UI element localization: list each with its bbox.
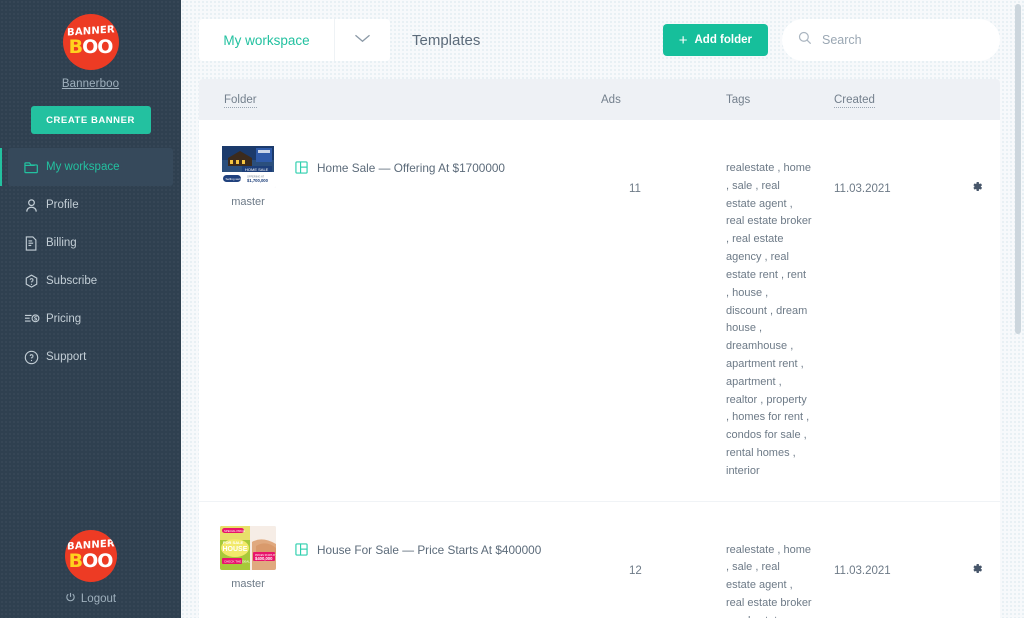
logout-button[interactable]: Logout xyxy=(65,592,116,606)
logo-letter-oo: OO xyxy=(82,550,113,572)
main-content: My workspace Templates + Add folder Sear… xyxy=(181,0,1024,618)
sidebar-item-pricing[interactable]: Pricing xyxy=(8,300,173,338)
vertical-scrollbar[interactable] xyxy=(1015,4,1021,614)
folder-cell: HOME SALE Selling well At OFFERING AT $1… xyxy=(199,144,597,208)
template-title[interactable]: Home Sale — Offering At $1700000 xyxy=(317,160,505,176)
sidebar-item-label: Support xyxy=(46,351,87,363)
invoice-icon xyxy=(24,235,46,251)
tags-list: realestate , home , sale , real estate a… xyxy=(726,543,812,618)
column-header-created-label: Created xyxy=(834,93,875,108)
ads-count: 12 xyxy=(629,564,642,577)
folder-icon xyxy=(24,160,46,174)
created-date: 11.03.2021 xyxy=(834,183,891,195)
search-box[interactable] xyxy=(782,19,1000,61)
sidebar-nav: My workspace Profile Billing Subscribe P… xyxy=(0,148,181,376)
sidebar-item-profile[interactable]: Profile xyxy=(8,186,173,224)
user-icon xyxy=(24,198,46,213)
question-circle-icon xyxy=(24,350,46,365)
svg-text:Selling well At: Selling well At xyxy=(226,177,245,181)
power-icon xyxy=(65,592,76,606)
page-title: Templates xyxy=(412,31,481,49)
thumbnail-column: SPECIAL PRICE FOR SALE HOUSE CHECK THE D… xyxy=(217,525,279,590)
svg-text:FOR SALE: FOR SALE xyxy=(223,540,244,545)
sidebar-item-subscribe[interactable]: Subscribe xyxy=(8,262,173,300)
add-folder-label: Add folder xyxy=(694,34,753,46)
chevron-down-icon xyxy=(354,31,371,49)
sidebar-item-billing[interactable]: Billing xyxy=(8,224,173,262)
sidebar-item-label: My workspace xyxy=(46,161,120,173)
thumbnail-column: HOME SALE Selling well At OFFERING AT $1… xyxy=(217,144,279,208)
workspace-dropdown-toggle[interactable] xyxy=(334,19,390,61)
column-header-ads: Ads xyxy=(601,93,621,106)
layout-grid-icon xyxy=(295,161,308,179)
sidebar-item-label: Subscribe xyxy=(46,275,98,287)
logout-label: Logout xyxy=(80,593,117,605)
sidebar-item-my-workspace[interactable]: My workspace xyxy=(0,148,173,186)
column-header-folder-label: Folder xyxy=(224,93,257,108)
logo-letter-b: B xyxy=(68,550,84,572)
svg-text:HOUSE: HOUSE xyxy=(223,546,248,553)
folder-cell: SPECIAL PRICE FOR SALE HOUSE CHECK THE D… xyxy=(199,525,597,590)
table-row[interactable]: HOME SALE Selling well At OFFERING AT $1… xyxy=(199,120,1000,502)
sidebar-item-support[interactable]: Support xyxy=(8,338,173,376)
app-root: BANNER B OO Bannerboo CREATE BANNER My wo… xyxy=(0,0,1024,618)
ads-count: 11 xyxy=(629,183,641,195)
gear-icon xyxy=(970,562,983,580)
column-header-folder[interactable]: Folder xyxy=(199,93,597,108)
sidebar-item-label: Profile xyxy=(46,199,79,211)
column-header-tags: Tags xyxy=(726,93,751,106)
brand-name-link[interactable]: Bannerboo xyxy=(62,78,119,90)
topbar-actions: + Add folder xyxy=(662,19,1000,61)
svg-text:CHECK THE DEAL: CHECK THE DEAL xyxy=(224,559,250,563)
row-settings-button[interactable] xyxy=(952,180,1000,198)
column-header-created[interactable]: Created xyxy=(830,93,952,108)
table-header-row: Folder Ads Tags Created xyxy=(199,79,1000,120)
template-title[interactable]: House For Sale — Price Starts At $400000 xyxy=(317,542,541,558)
sidebar-item-label: Billing xyxy=(46,237,77,249)
svg-text:HOME SALE: HOME SALE xyxy=(245,167,269,172)
templates-table: Folder Ads Tags Created HOME SALE Sellin… xyxy=(199,79,1000,618)
row-settings-button[interactable] xyxy=(952,562,1000,580)
search-input[interactable] xyxy=(822,33,984,47)
gear-icon xyxy=(970,180,983,198)
workspace-selector[interactable]: My workspace xyxy=(199,19,334,61)
thumbnail-label: master xyxy=(231,577,265,590)
title-column: Home Sale — Offering At $1700000 xyxy=(295,160,505,179)
svg-text:$1,700,000: $1,700,000 xyxy=(247,178,269,183)
plus-icon: + xyxy=(678,31,688,49)
sidebar: BANNER B OO Bannerboo CREATE BANNER My wo… xyxy=(0,0,181,618)
created-date: 11.03.2021 xyxy=(834,564,891,577)
svg-text:SPECIAL PRICE: SPECIAL PRICE xyxy=(224,529,245,533)
create-banner-button[interactable]: CREATE BANNER xyxy=(30,106,151,134)
template-thumbnail[interactable]: HOME SALE Selling well At OFFERING AT $1… xyxy=(220,144,276,188)
search-icon xyxy=(798,31,812,50)
logo-text-bottom: B OO xyxy=(68,36,114,58)
logo-letter-b: B xyxy=(68,36,84,58)
brand-logo[interactable]: BANNER B OO xyxy=(62,14,119,70)
title-column: House For Sale — Price Starts At $400000 xyxy=(295,542,541,561)
add-folder-button[interactable]: + Add folder xyxy=(662,24,768,56)
table-row[interactable]: SPECIAL PRICE FOR SALE HOUSE CHECK THE D… xyxy=(199,502,1000,618)
topbar: My workspace Templates + Add folder xyxy=(181,0,1024,62)
svg-text:$400,000: $400,000 xyxy=(255,556,273,561)
logo-text-bottom: B OO xyxy=(68,550,114,572)
price-tag-icon xyxy=(24,312,46,326)
bannerboo-logo-icon-footer[interactable]: BANNER B OO xyxy=(64,530,117,582)
scrollbar-thumb[interactable] xyxy=(1015,4,1021,334)
sidebar-item-label: Pricing xyxy=(46,313,82,325)
sidebar-footer: BANNER B OO Logout xyxy=(0,530,181,606)
thumbnail-label: master xyxy=(231,196,265,208)
bannerboo-logo-icon: BANNER B OO xyxy=(62,14,119,70)
template-thumbnail[interactable]: SPECIAL PRICE FOR SALE HOUSE CHECK THE D… xyxy=(220,525,276,570)
tags-list: realestate , home , sale , real estate a… xyxy=(726,162,812,477)
question-hexagon-icon xyxy=(24,273,46,289)
layout-grid-icon xyxy=(295,542,308,561)
logo-letter-oo: OO xyxy=(82,36,113,58)
table-body: HOME SALE Selling well At OFFERING AT $1… xyxy=(199,120,1000,618)
